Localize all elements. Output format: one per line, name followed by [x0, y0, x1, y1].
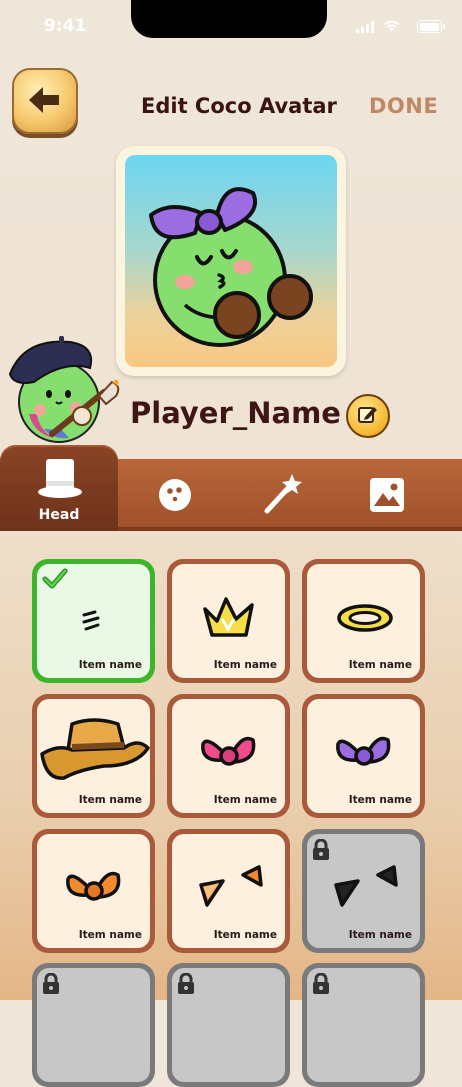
halo-item-icon	[337, 604, 393, 632]
item-name-label: Item name	[78, 929, 142, 941]
done-button[interactable]: DONE	[369, 94, 438, 118]
item-card[interactable]: Item name	[167, 559, 290, 683]
tab-effects[interactable]	[237, 459, 327, 527]
item-card[interactable]: Item name	[302, 694, 425, 818]
item-card-locked[interactable]: Item name	[302, 829, 425, 953]
item-card[interactable]: Item name	[32, 694, 155, 818]
top-hat-icon	[38, 459, 82, 498]
orange-ears-item-icon	[199, 865, 263, 907]
black-ears-item-icon	[334, 865, 398, 907]
lock-icon	[313, 839, 329, 860]
avatar-character-illustration	[149, 187, 313, 347]
purple-bow-item-icon	[336, 736, 391, 766]
tab-background[interactable]	[342, 459, 432, 527]
item-name-label: Item name	[348, 659, 412, 671]
item-card-locked[interactable]	[167, 963, 290, 1087]
item-card[interactable]: Item name	[32, 829, 155, 953]
item-name-label: Item name	[213, 929, 277, 941]
item-name-label: Item name	[213, 659, 277, 671]
item-card[interactable]: Item name	[167, 694, 290, 818]
category-tab-bar: Head	[0, 445, 462, 531]
status-time: 9:41	[44, 16, 87, 36]
item-name-label: Item name	[213, 794, 277, 806]
item-name-label: Item name	[348, 929, 412, 941]
item-card-locked[interactable]	[302, 963, 425, 1087]
orange-bow-item-icon	[66, 871, 121, 901]
arrow-left-icon	[29, 87, 59, 113]
painter-mascot-illustration	[8, 336, 120, 443]
item-card[interactable]: Item name	[167, 829, 290, 953]
tab-face[interactable]	[130, 459, 220, 527]
pink-bow-item-icon	[201, 736, 256, 766]
face-icon	[159, 479, 191, 511]
device-notch	[131, 0, 327, 38]
status-bar: 9:41	[0, 0, 462, 52]
tab-head[interactable]: Head	[0, 445, 118, 531]
crown-item-icon	[203, 597, 254, 637]
item-name-label: Item name	[78, 659, 142, 671]
image-icon	[370, 478, 404, 512]
avatar-preview-frame	[116, 146, 346, 376]
lock-icon	[43, 973, 59, 994]
item-name-label: Item name	[78, 794, 142, 806]
lock-icon	[178, 973, 194, 994]
edit-pencil-icon	[358, 407, 377, 423]
battery-icon	[417, 20, 445, 33]
tab-head-label: Head	[38, 507, 80, 523]
magic-wand-icon	[264, 474, 302, 514]
item-name-label: Item name	[348, 794, 412, 806]
back-button[interactable]	[12, 68, 78, 134]
page-title: Edit Coco Avatar	[141, 94, 337, 118]
wifi-icon	[384, 20, 399, 32]
item-card[interactable]: Item name	[302, 559, 425, 683]
player-name-label: Player_Name	[130, 396, 341, 430]
cellular-signal-icon	[356, 21, 374, 33]
item-card[interactable]: Item name	[32, 559, 155, 683]
cowboy-hat-item-icon	[40, 718, 150, 780]
whiskers-item-icon	[82, 610, 100, 631]
lock-icon	[313, 973, 329, 994]
item-card-locked[interactable]	[32, 963, 155, 1087]
edit-name-button[interactable]	[346, 394, 390, 438]
check-icon	[42, 568, 68, 589]
